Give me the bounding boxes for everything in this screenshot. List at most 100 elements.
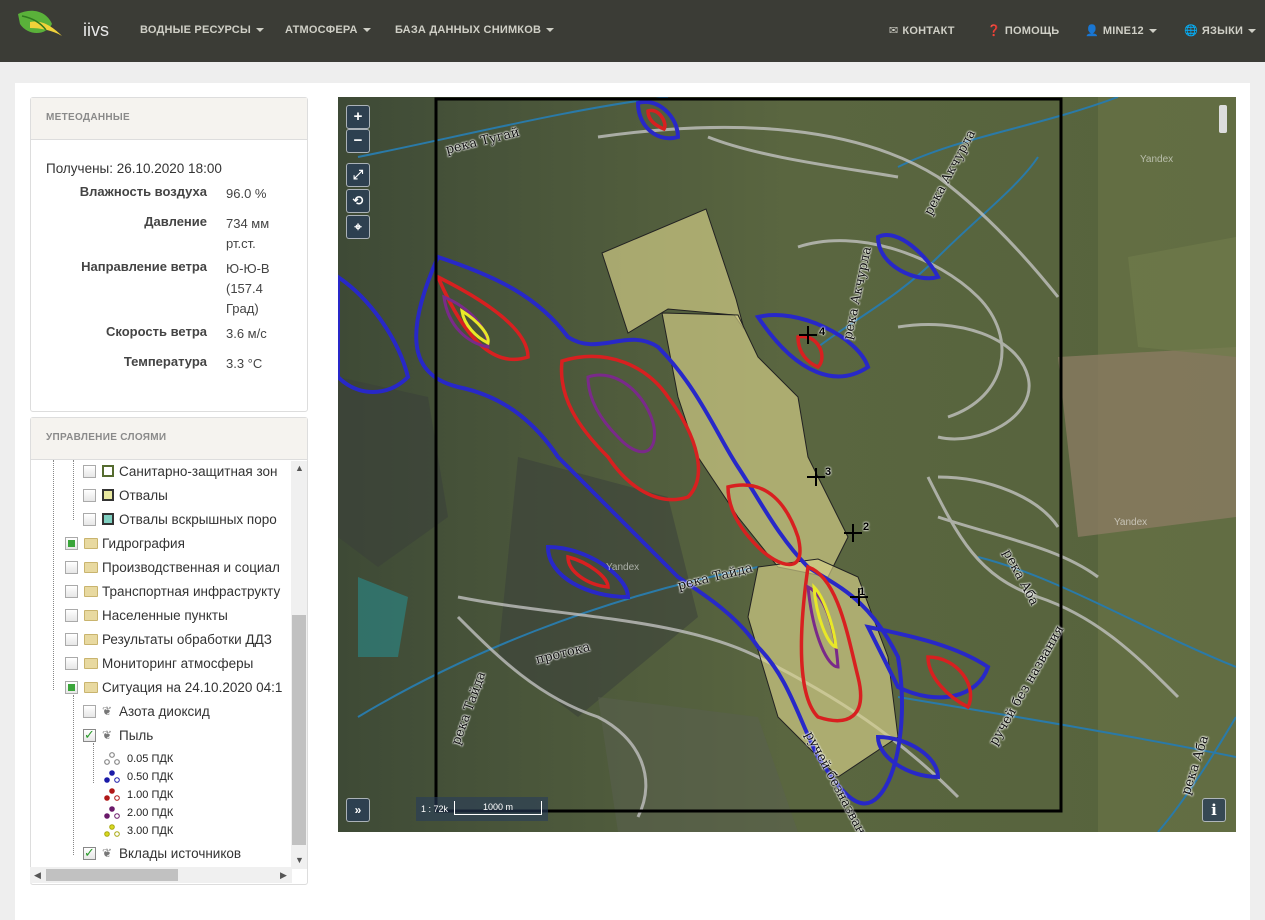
- layer-item-dust[interactable]: ❦ Пыль: [83, 724, 153, 746]
- layer-checkbox[interactable]: [65, 656, 78, 670]
- scale-ratio: 1 : 72k: [421, 804, 449, 814]
- map-view[interactable]: река Тугай река Акчурла река Акчурла рек…: [338, 97, 1236, 832]
- caret-down-icon: [546, 28, 555, 33]
- caret-down-icon: [255, 28, 264, 33]
- scale-distance: 1000 m: [454, 801, 542, 815]
- leaf-icon: ❦: [102, 704, 113, 718]
- meteo-panel: МЕТЕОДАННЫЕ Получены: 26.10.2020 18:00 В…: [30, 97, 308, 412]
- layer-checkbox[interactable]: [83, 464, 96, 478]
- layer-group-settlements[interactable]: Населенные пункты: [65, 604, 228, 626]
- expand-panel-button[interactable]: »: [346, 798, 370, 822]
- locate-button[interactable]: ⌖: [346, 215, 370, 239]
- folder-icon: [84, 633, 98, 645]
- rotate-reset-button[interactable]: ⟲: [346, 189, 370, 213]
- meteo-received: Получены: 26.10.2020 18:00: [46, 161, 222, 176]
- scroll-left-icon[interactable]: ◀: [34, 870, 41, 881]
- help-link[interactable]: ❓ ПОМОЩЬ: [987, 24, 1059, 37]
- top-navbar: iivs ВОДНЫЕ РЕСУРСЫ АТМОСФЕРА БАЗА ДАННЫ…: [0, 0, 1265, 62]
- tree-line: [73, 695, 74, 855]
- layer-group-production[interactable]: Производственная и социал: [65, 556, 280, 578]
- map-scroll-handle[interactable]: [1219, 105, 1227, 133]
- layer-tree-horizontal-scrollbar[interactable]: ◀ ▶: [30, 867, 292, 883]
- layer-checkbox[interactable]: [65, 536, 78, 550]
- layer-group-rs-results[interactable]: Результаты обработки ДДЗ: [65, 628, 272, 650]
- layer-checkbox[interactable]: [65, 560, 78, 574]
- user-menu[interactable]: 👤 MINE12: [1085, 24, 1157, 37]
- brand-name[interactable]: iivs: [83, 20, 109, 41]
- scroll-up-icon[interactable]: ▲: [295, 463, 304, 473]
- layer-checkbox[interactable]: [65, 680, 78, 694]
- folder-icon: [84, 537, 98, 549]
- pdk-swatch-icon: [104, 806, 120, 819]
- leaf-icon: ❦: [102, 728, 113, 742]
- layer-item-sanitary-zone[interactable]: Санитарно-защитная зон: [83, 460, 277, 482]
- menu-atmosphere[interactable]: АТМОСФЕРА: [285, 24, 371, 36]
- legend-pdk-300: 3.00 ПДК: [103, 824, 173, 838]
- info-button[interactable]: i: [1202, 798, 1226, 822]
- meteo-panel-title: МЕТЕОДАННЫЕ: [31, 98, 307, 140]
- layer-checkbox[interactable]: [65, 584, 78, 598]
- layer-checkbox[interactable]: [65, 632, 78, 646]
- menu-water-resources[interactable]: ВОДНЫЕ РЕСУРСЫ: [140, 24, 264, 36]
- layer-item-dumps[interactable]: Отвалы: [83, 484, 168, 506]
- scroll-thumb[interactable]: [46, 869, 178, 881]
- crosshair-icon: ⌖: [354, 219, 362, 234]
- scale-bar: 1 : 72k 1000 m: [416, 797, 548, 821]
- caret-down-icon: [362, 28, 371, 33]
- map-canvas[interactable]: [338, 97, 1236, 832]
- tree-line: [73, 460, 74, 520]
- tree-line: [53, 460, 54, 690]
- menu-image-database[interactable]: БАЗА ДАННЫХ СНИМКОВ: [395, 24, 555, 36]
- zoom-in-button[interactable]: +: [346, 105, 370, 129]
- layer-checkbox[interactable]: [83, 727, 96, 743]
- map-watermark: Yandex: [1114, 517, 1148, 528]
- pdk-swatch-icon: [104, 770, 120, 783]
- layers-panel-title: УПРАВЛЕНИЕ СЛОЯМИ: [31, 418, 307, 460]
- fullscreen-button[interactable]: ⤢: [346, 163, 370, 187]
- legend-pdk-100: 1.00 ПДК: [103, 788, 173, 802]
- globe-icon: 🌐: [1184, 25, 1198, 37]
- legend-swatch: [102, 465, 114, 477]
- legend-swatch: [102, 489, 114, 501]
- legend-pdk-005: 0.05 ПДК: [103, 752, 173, 766]
- layers-panel: УПРАВЛЕНИЕ СЛОЯМИ Санитарно-защитная зон…: [30, 417, 308, 885]
- layer-checkbox[interactable]: [83, 512, 96, 526]
- rotate-icon: ⟲: [352, 193, 364, 208]
- scroll-right-icon[interactable]: ▶: [280, 870, 287, 881]
- caret-down-icon: [1148, 29, 1157, 34]
- layer-item-nitrogen-dioxide[interactable]: ❦ Азота диоксид: [83, 700, 210, 722]
- folder-icon: [84, 561, 98, 573]
- folder-icon: [84, 585, 98, 597]
- scroll-down-icon[interactable]: ▼: [295, 855, 304, 865]
- layer-tree: Санитарно-защитная зон Отвалы Отвалы вск…: [31, 460, 307, 866]
- layer-group-transport[interactable]: Транспортная инфраструкту: [65, 580, 280, 602]
- layer-checkbox[interactable]: [65, 608, 78, 622]
- map-watermark: Yandex: [1140, 154, 1174, 165]
- farmland-field: [1128, 237, 1236, 357]
- contact-link[interactable]: ✉ КОНТАКТ: [889, 24, 955, 37]
- layer-group-hydrography[interactable]: Гидрография: [65, 532, 185, 554]
- pdk-swatch-icon: [104, 788, 120, 801]
- pdk-swatch-icon: [104, 752, 120, 765]
- scroll-thumb[interactable]: [292, 615, 306, 845]
- double-chevron-right-icon: »: [354, 803, 362, 817]
- leaf-icon: ❦: [102, 846, 113, 860]
- marker-label: 3: [825, 466, 832, 478]
- tree-line: [93, 743, 94, 783]
- user-icon: 👤: [1085, 25, 1099, 37]
- legend-pdk-200: 2.00 ПДК: [103, 806, 173, 820]
- layer-item-overburden-dumps[interactable]: Отвалы вскрышных поро: [83, 508, 277, 530]
- layer-checkbox[interactable]: [83, 845, 96, 861]
- layer-group-atmosphere-monitoring[interactable]: Мониторинг атмосферы: [65, 652, 253, 674]
- layer-tree-vertical-scrollbar[interactable]: ▲ ▼: [291, 461, 307, 869]
- zoom-out-button[interactable]: −: [346, 129, 370, 153]
- layer-group-situation[interactable]: Ситуация на 24.10.2020 04:1: [65, 676, 282, 698]
- layer-item-source-contributions[interactable]: ❦ Вклады источников: [83, 842, 241, 864]
- layer-checkbox[interactable]: [83, 704, 96, 718]
- caret-down-icon: [1248, 29, 1257, 34]
- languages-menu[interactable]: 🌐 ЯЗЫКИ: [1184, 24, 1257, 37]
- layer-checkbox[interactable]: [83, 488, 96, 502]
- folder-icon: [84, 681, 98, 693]
- pdk-swatch-icon: [104, 824, 120, 837]
- leaf-logo-icon[interactable]: [16, 6, 66, 44]
